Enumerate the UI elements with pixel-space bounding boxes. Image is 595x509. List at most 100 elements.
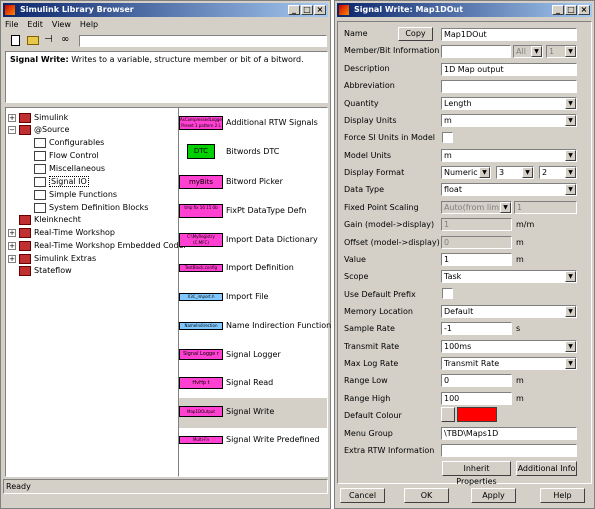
max-log-rate-select[interactable]: Transmit Rate ▼ xyxy=(441,357,577,370)
fixed-point-select[interactable]: Auto(from limi... ▼ xyxy=(441,201,512,214)
display-units-select[interactable]: m ▼ xyxy=(441,114,577,127)
member-field[interactable] xyxy=(441,45,511,58)
block-glyph: DTC xyxy=(187,144,215,159)
member-index-select[interactable]: 1 ▼ xyxy=(546,45,577,58)
minimize-button[interactable]: _ xyxy=(288,5,300,15)
model-units-select[interactable]: m ▼ xyxy=(441,149,577,162)
select-value: m xyxy=(444,151,452,160)
block-signal-read[interactable]: HvHp t Signal Read xyxy=(179,376,329,402)
tree-item-label: System Definition Blocks xyxy=(49,203,149,212)
select-value: float xyxy=(444,185,462,194)
memory-location-select[interactable]: Default ▼ xyxy=(441,305,577,318)
transmit-rate-select[interactable]: 100ms ▼ xyxy=(441,340,577,353)
close-button[interactable]: × xyxy=(578,5,590,15)
sample-rate-field[interactable]: -1 xyxy=(441,322,512,335)
ok-button[interactable]: OK xyxy=(404,488,449,503)
expand-icon[interactable]: + xyxy=(8,254,16,263)
display-format-select[interactable]: Numeric ▼ xyxy=(441,166,491,179)
scope-label: Scope xyxy=(344,272,369,281)
tree-item-flow-control[interactable]: Flow Control xyxy=(34,150,99,162)
cancel-button[interactable]: Cancel xyxy=(340,488,385,503)
open-folder-icon[interactable] xyxy=(27,36,39,45)
dialog-title-bar[interactable]: Signal Write: Map1DOut _ □ × xyxy=(337,3,592,17)
block-glyph: Multi-Fn xyxy=(179,436,223,444)
tree-item-source[interactable]: − @Source xyxy=(8,124,69,136)
close-button[interactable]: × xyxy=(314,5,326,15)
maximize-button[interactable]: □ xyxy=(565,5,577,15)
fixed-point-field[interactable]: 1 xyxy=(514,201,577,214)
display-format-precision-select[interactable]: 2 ▼ xyxy=(539,166,577,179)
apply-button[interactable]: Apply xyxy=(471,488,516,503)
block-label: Signal Logger xyxy=(226,350,281,359)
block-signal-logger[interactable]: Signal Logge r Signal Logger xyxy=(179,348,329,374)
quantity-select[interactable]: Length ▼ xyxy=(441,97,577,110)
expand-icon[interactable]: + xyxy=(8,241,16,250)
data-type-select[interactable]: float ▼ xyxy=(441,183,577,196)
tree-item-simulink[interactable]: + Simulink xyxy=(8,112,68,124)
block-signal-write-predefined[interactable]: Multi-Fn Signal Write Predefined xyxy=(179,434,329,460)
block-signal-write[interactable]: Map1DOutput Signal Write xyxy=(179,405,329,431)
minimize-button[interactable]: _ xyxy=(552,5,564,15)
force-si-checkbox[interactable] xyxy=(442,132,453,143)
block-label: FixPt DataType Defn xyxy=(226,206,307,215)
tree-item-label: Simulink Extras xyxy=(34,254,97,263)
block-import-definition[interactable]: TestBlock.config Import Definition xyxy=(179,262,329,288)
block-bitword-dtc[interactable]: DTC Bitwords DTC xyxy=(179,143,329,169)
tree-item-system-definition[interactable]: System Definition Blocks xyxy=(34,202,148,214)
range-high-field[interactable]: 100 xyxy=(441,392,512,405)
block-label: Bitword Picker xyxy=(226,177,283,186)
member-all-select[interactable]: All ▼ xyxy=(513,45,543,58)
offset-field[interactable]: 0 xyxy=(441,236,512,249)
value-field[interactable]: 1 xyxy=(441,253,512,266)
description-field[interactable]: 1D Map output xyxy=(441,63,577,76)
display-format-width-select[interactable]: 3 ▼ xyxy=(496,166,534,179)
tree-item-miscellaneous[interactable]: Miscellaneous xyxy=(34,163,105,175)
maximize-button[interactable]: □ xyxy=(301,5,313,15)
tree-item-kleinknecht[interactable]: Kleinknecht xyxy=(19,214,81,226)
tree-item-stateflow[interactable]: Stateflow xyxy=(19,265,72,277)
block-bitword-picker[interactable]: myBits Bitword Picker xyxy=(179,174,329,200)
name-label: Name xyxy=(344,29,368,38)
inherit-properties-button[interactable]: Inherit Properties xyxy=(442,461,511,486)
additional-info-button[interactable]: Additional Info xyxy=(516,461,577,476)
colour-picker-button[interactable] xyxy=(441,407,455,422)
block-fixpt-datatype[interactable]: tmp fix 16 15 0b FixPt DataType Defn xyxy=(179,203,329,229)
tree-item-rtw-embedded[interactable]: + Real-Time Workshop Embedded Coder xyxy=(8,240,187,252)
menu-view[interactable]: View xyxy=(52,19,71,31)
gain-unit: m/m xyxy=(516,220,535,229)
search-input[interactable] xyxy=(79,35,327,47)
block-import-data-dictionary[interactable]: C:\MyRegistry (C:MFC) Import Data Dictio… xyxy=(179,232,329,258)
gain-field[interactable]: 1 xyxy=(441,218,512,231)
colour-swatch[interactable] xyxy=(457,407,497,422)
block-additional-rtw-signals[interactable]: AsCompressedLogged Preset 1 pattern 2 L … xyxy=(179,115,329,141)
binoculars-icon[interactable]: ∞ xyxy=(61,34,69,46)
new-document-icon[interactable] xyxy=(11,35,20,46)
description-label: Description xyxy=(344,64,390,73)
copy-button[interactable]: Copy xyxy=(398,27,433,41)
range-low-field[interactable]: 0 xyxy=(441,374,512,387)
block-glyph: X3C_import.h xyxy=(179,293,223,301)
tree-item-simulink-extras[interactable]: + Simulink Extras xyxy=(8,253,96,265)
browser-title-bar[interactable]: Simulink Library Browser _ □ × xyxy=(3,3,328,17)
block-name-indirection[interactable]: NameIndirection Name Indirection Functio… xyxy=(179,320,331,346)
expand-icon[interactable]: + xyxy=(8,113,16,122)
menu-edit[interactable]: Edit xyxy=(27,19,43,31)
default-prefix-checkbox[interactable] xyxy=(442,288,453,299)
pin-icon[interactable]: ⊣ xyxy=(44,34,53,46)
menu-file[interactable]: File xyxy=(5,19,18,31)
scope-select[interactable]: Task ▼ xyxy=(441,270,577,283)
extra-rtw-field[interactable] xyxy=(441,444,577,457)
tree-item-signal-io[interactable]: Signal IO xyxy=(34,176,89,188)
name-field[interactable]: Map1DOut xyxy=(441,28,577,41)
chevron-down-icon: ▼ xyxy=(522,167,533,178)
menu-group-field[interactable]: \TBD\Maps1D xyxy=(441,427,577,440)
tree-item-simple-functions[interactable]: Simple Functions xyxy=(34,189,117,201)
block-import-file[interactable]: X3C_import.h Import File xyxy=(179,291,329,317)
menu-help[interactable]: Help xyxy=(80,19,98,31)
help-button[interactable]: Help xyxy=(540,488,585,503)
tree-item-rtw[interactable]: + Real-Time Workshop xyxy=(8,227,115,239)
tree-item-configurables[interactable]: Configurables xyxy=(34,137,104,149)
collapse-icon[interactable]: − xyxy=(8,125,16,134)
abbreviation-field[interactable] xyxy=(441,80,577,93)
expand-icon[interactable]: + xyxy=(8,228,16,237)
